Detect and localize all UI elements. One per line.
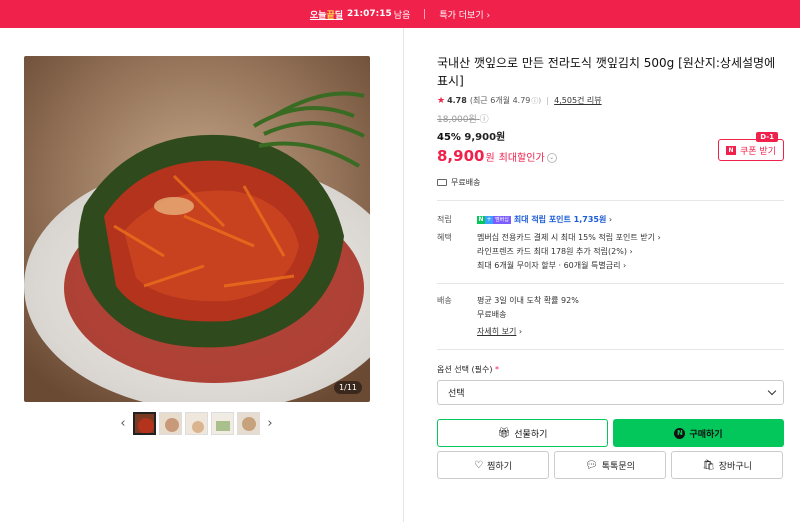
divider xyxy=(437,349,784,350)
option-label: 옵션 선택 (필수) * xyxy=(437,365,500,374)
thumbnail[interactable] xyxy=(237,412,260,435)
product-info: 국내산 깻잎으로 만든 전라도식 깻잎김치 500g [원산지:상세설명에 표시… xyxy=(437,28,784,479)
free-shipping: 무료배송 xyxy=(437,177,784,188)
chevron-right-icon: › xyxy=(486,10,491,21)
heart-icon: ♡ xyxy=(474,459,484,471)
chevron-left-icon[interactable]: ‹ xyxy=(116,416,130,431)
divider xyxy=(437,283,784,284)
thumbnail-image xyxy=(160,413,181,434)
divider xyxy=(424,9,426,19)
gift-button[interactable]: 🎁︎ 선물하기 xyxy=(437,419,608,447)
points-row: 적립 N + 멤버십 최대 적립 포인트 1,735원 › xyxy=(437,213,784,227)
chevron-down-icon xyxy=(767,386,777,396)
wishlist-button[interactable]: ♡ 찜하기 xyxy=(437,451,549,479)
benefits-row: 혜택 멤버십 전용카드 결제 시 최대 15% 적립 포인트 받기 › 라인프렌… xyxy=(437,231,784,273)
image-counter: 1/11 xyxy=(334,381,362,394)
talk-inquiry-button[interactable]: 💬︎ 톡톡문의 xyxy=(554,451,666,479)
coupon-button[interactable]: N 쿠폰 받기 xyxy=(718,139,784,161)
more-deals-link[interactable]: 특가 더보기 › xyxy=(439,8,490,21)
thumbnail[interactable] xyxy=(211,412,234,435)
recent-rating: (최근 6개월 4.79 xyxy=(469,96,531,105)
delivery-label: 배송 xyxy=(437,296,452,305)
benefits-label: 혜택 xyxy=(437,233,452,242)
star-icon: ★ xyxy=(437,95,446,106)
naver-icon: N xyxy=(726,145,736,155)
kimchi-photo xyxy=(24,56,370,402)
thumbnail-image xyxy=(135,414,154,433)
countdown-suffix: 남음 xyxy=(393,10,411,21)
chat-icon: 💬︎ xyxy=(585,459,598,471)
cart-icon: 🛍︎ xyxy=(702,459,715,471)
option-select-value: 선택 xyxy=(448,389,465,399)
max-discount-toggle[interactable]: 최대할인가 ⌄ xyxy=(499,149,557,164)
thumbnail[interactable] xyxy=(185,412,208,435)
countdown-timer: 21:07:15 xyxy=(347,9,392,19)
thumbnail[interactable] xyxy=(159,412,182,435)
cart-button[interactable]: 🛍︎ 장바구니 xyxy=(671,451,783,479)
delivery-row: 배송 평균 3일 이내 도착 확률 92% 무료배송 자세히 보기 › xyxy=(437,294,784,339)
secondary-actions: ♡ 찜하기 💬︎ 톡톡문의 🛍︎ 장바구니 xyxy=(437,451,784,479)
truck-icon xyxy=(437,179,447,186)
banner-brand: 오늘끝딜 xyxy=(309,10,344,21)
thumbnail-image xyxy=(186,413,207,434)
info-icon[interactable]: ⓘ) xyxy=(531,96,541,106)
discount-percent: 45% xyxy=(437,132,461,143)
benefit-item[interactable]: 멤버십 전용카드 결제 시 최대 15% 적립 포인트 받기 › xyxy=(477,231,661,245)
thumbnail[interactable] xyxy=(133,412,156,435)
gift-icon: 🎁︎ xyxy=(497,427,511,439)
original-price: 18,000원 ⓘ xyxy=(437,112,784,125)
sale-price: 9,900원 xyxy=(464,132,506,143)
coupon-deadline-badge: D-1 xyxy=(756,132,778,142)
naver-pay-badge: N + 멤버십 xyxy=(477,215,511,224)
max-discount-price: 8,900원 xyxy=(437,147,495,165)
rating-row: ★ 4.78 (최근 6개월 4.79 ⓘ) 4,505건 리뷰 xyxy=(437,95,784,106)
thumbnail-image xyxy=(238,413,259,434)
benefit-item[interactable]: 최대 6개월 무이자 할부 · 60개월 특별금리 › xyxy=(477,259,661,273)
benefit-item[interactable]: 라인프렌즈 카드 최대 178원 추가 적립(2%) › xyxy=(477,245,661,259)
product-gallery: 1/11 ‹ › xyxy=(0,28,404,522)
points-link[interactable]: N + 멤버십 최대 적립 포인트 1,735원 › xyxy=(477,213,612,227)
chevron-down-icon: ⌄ xyxy=(546,153,557,163)
buy-button[interactable]: N 구매하기 xyxy=(613,419,784,447)
delivery-fee: 무료배송 xyxy=(477,310,507,319)
thumbnail-strip: ‹ › xyxy=(116,412,277,435)
review-count-link[interactable]: 4,505건 리뷰 xyxy=(554,95,602,106)
thumbnail-image xyxy=(212,413,233,434)
naver-icon: N xyxy=(674,427,686,439)
rating-score: 4.78 xyxy=(447,96,467,105)
option-select[interactable]: 선택 xyxy=(437,380,784,405)
divider xyxy=(547,96,549,105)
chevron-right-icon[interactable]: › xyxy=(263,416,277,431)
deal-banner: 오늘끝딜 21:07:15 남음 특가 더보기 › xyxy=(0,0,800,28)
primary-actions: 🎁︎ 선물하기 N 구매하기 xyxy=(437,419,784,447)
max-discount-row: 8,900원 최대할인가 ⌄ N 쿠폰 받기 D-1 xyxy=(437,132,784,165)
divider xyxy=(437,200,784,201)
points-label: 적립 xyxy=(437,215,452,224)
info-icon[interactable]: ⓘ xyxy=(480,112,489,125)
delivery-arrival: 평균 3일 이내 도착 확률 92% xyxy=(477,296,579,305)
delivery-detail-link[interactable]: 자세히 보기 › xyxy=(477,325,579,339)
product-title: 국내산 깻잎으로 만든 전라도식 깻잎김치 500g [원산지:상세설명에 표시… xyxy=(437,56,776,88)
product-main-image[interactable]: 1/11 xyxy=(24,56,370,402)
